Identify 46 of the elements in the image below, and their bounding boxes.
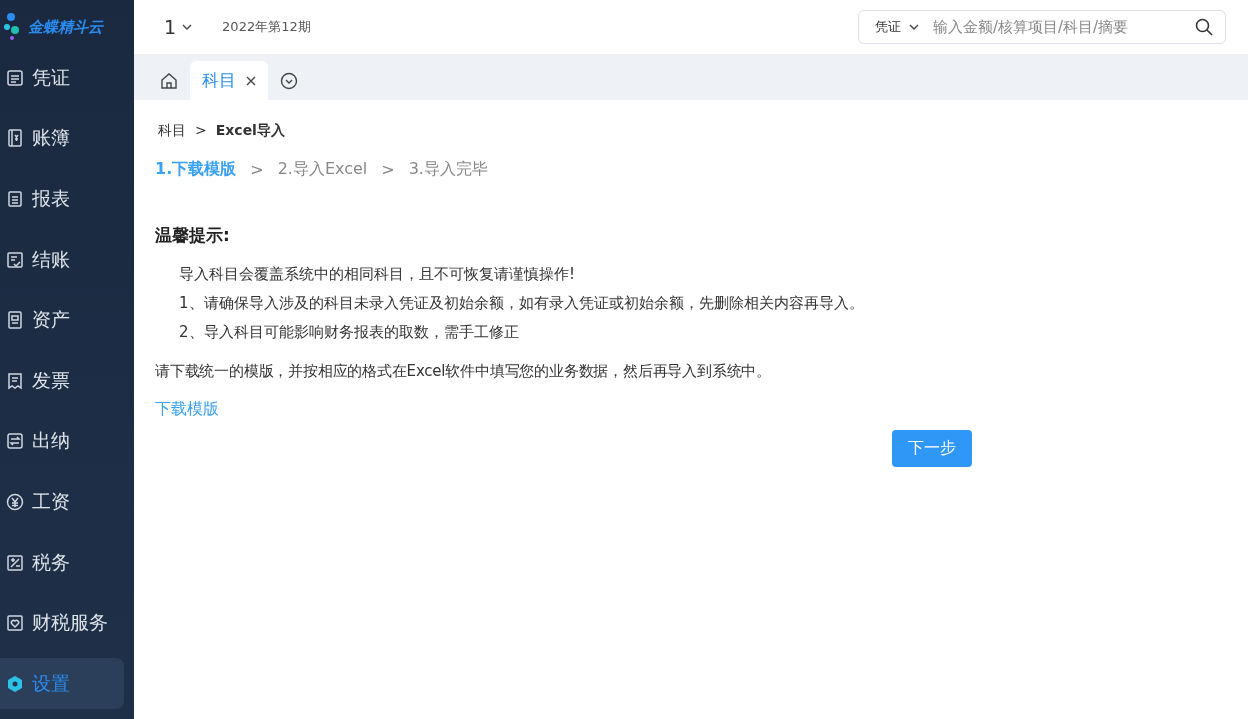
breadcrumb-separator: > <box>195 122 207 140</box>
logo-text: 金蝶精斗云 <box>28 17 103 37</box>
step-label: 2.导入Excel <box>277 159 368 180</box>
ledger-icon <box>6 129 24 148</box>
sidebar-item[interactable]: 发票 <box>0 355 124 407</box>
report-icon <box>6 190 24 209</box>
chevron-down-icon <box>182 24 193 30</box>
sidebar-item[interactable]: 工资 <box>0 476 124 528</box>
search-icon[interactable] <box>1195 18 1213 36</box>
step-separator: > <box>381 160 395 179</box>
voucher-icon <box>6 68 24 87</box>
settings-icon <box>6 674 24 693</box>
close-button[interactable] <box>246 75 256 86</box>
chevron-circle-icon[interactable] <box>280 72 298 90</box>
step-label: 1.下载模版 <box>155 159 237 180</box>
sidebar-item[interactable]: 出纳 <box>0 416 124 467</box>
step-separator: > <box>250 160 264 179</box>
tip-text: 导入科目会覆盖系统中的相同科目，且不可恢复请谨慎操作! <box>179 265 576 284</box>
tip-text: 1、请确保导入涉及的科目未录入凭证及初始余额，如有录入凭证或初始余额，先删除相关内容再导入。 <box>179 294 865 313</box>
tips-title: 温馨提示: <box>155 224 231 247</box>
sidebar-item[interactable]: 财税服务 <box>0 597 124 649</box>
sidebar-item[interactable]: 凭证 <box>0 52 124 104</box>
breadcrumb-link[interactable]: 科目 <box>158 122 186 140</box>
sidebar-item[interactable]: 报表 <box>0 173 124 225</box>
tip-text: 2、导入科目可能影响财务报表的取数，需手工修正 <box>179 323 520 342</box>
transfer-icon <box>6 432 24 451</box>
sidebar-item[interactable]: 税务 <box>0 537 124 588</box>
breadcrumb-current: Excel导入 <box>215 122 285 140</box>
period-label: 2022年第12期 <box>222 18 311 36</box>
sidebar-item[interactable]: 账簿 <box>0 113 124 164</box>
close-icon <box>246 75 256 86</box>
tax-icon <box>6 553 24 572</box>
sidebar-item[interactable]: 结账 <box>0 234 124 285</box>
search-type-dropdown[interactable]: 凭证 <box>875 18 919 36</box>
step-label: 3.导入完毕 <box>408 159 488 180</box>
chevron-down-icon <box>909 24 919 30</box>
search-field[interactable]: 凭证 输入金额/核算项目/科目/摘要 <box>858 10 1226 44</box>
account-selector[interactable]: 1 <box>164 16 193 38</box>
home-icon[interactable] <box>160 72 178 90</box>
sidebar-item[interactable]: 资产 <box>0 294 124 346</box>
asset-icon <box>6 311 24 330</box>
instruction-text: 请下载统一的模版，并按相应的格式在Excel软件中填写您的业务数据，然后再导入到系统中。 <box>155 362 772 381</box>
checkout-icon <box>6 250 24 269</box>
invoice-icon <box>6 371 24 390</box>
tab[interactable]: 科目 <box>190 61 268 100</box>
yen-icon <box>6 493 24 511</box>
